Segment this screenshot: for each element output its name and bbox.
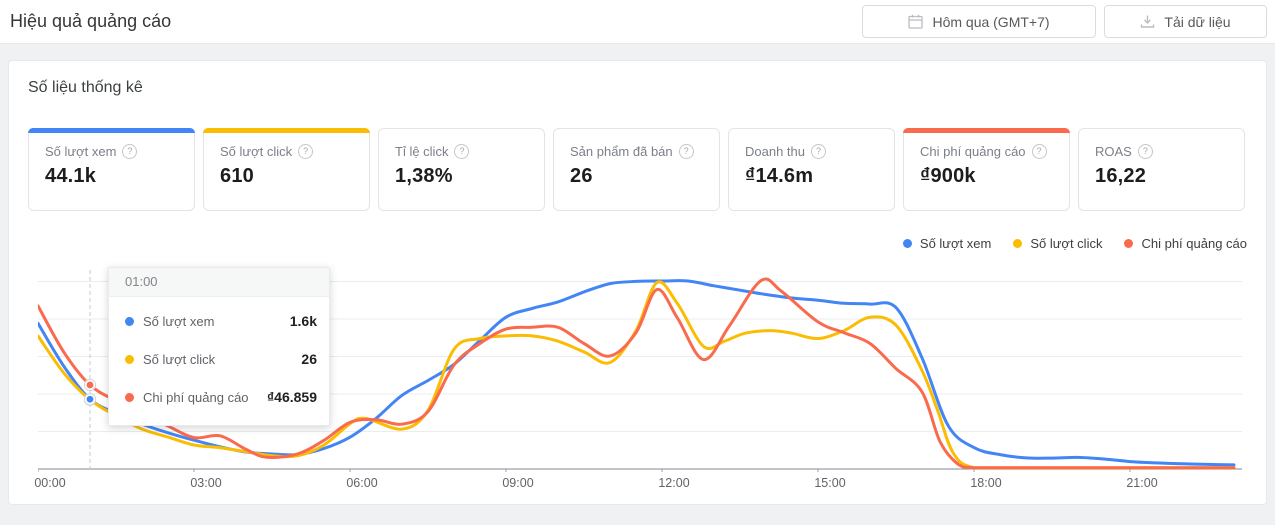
date-range-label: Hôm qua (GMT+7) (932, 14, 1049, 30)
ad-performance-page: Hiệu quả quảng cáo Hôm qua (GMT+7) Tải d… (0, 0, 1275, 525)
statistics-title: Số liệu thống kê (28, 79, 143, 97)
tooltip-value: ₫46.859 (267, 389, 317, 405)
tooltip-row-cost: Chi phí quảng cáo ₫46.859 (125, 378, 317, 416)
tooltip-label: Số lượt xem (143, 314, 281, 329)
chart-legend: Số lượt xem Số lượt click Chi phí quảng … (903, 236, 1247, 251)
x-tick-label: 21:00 (1112, 476, 1172, 490)
tooltip-row-views: Số lượt xem 1.6k (125, 302, 317, 340)
metric-card-roas[interactable]: ROAS? 16,22 (1078, 128, 1245, 211)
metric-label: Số lượt click (220, 144, 292, 159)
accent-bar (28, 128, 195, 133)
help-icon[interactable]: ? (811, 144, 826, 159)
help-icon[interactable]: ? (679, 144, 694, 159)
metric-label: Tỉ lệ click (395, 144, 448, 159)
metric-label: ROAS (1095, 144, 1132, 159)
metric-card-clicks[interactable]: Số lượt click? 610 (203, 128, 370, 211)
series-dot-blue (125, 317, 134, 326)
legend-item-cost[interactable]: Chi phí quảng cáo (1124, 236, 1247, 251)
metric-value: 44.1k (45, 165, 180, 188)
download-label: Tải dữ liệu (1164, 14, 1230, 30)
metric-value: ₫900k (920, 165, 1055, 188)
x-tick-label: 12:00 (644, 476, 704, 490)
help-icon[interactable]: ? (298, 144, 313, 159)
legend-label: Chi phí quảng cáo (1141, 236, 1247, 251)
legend-label: Số lượt click (1030, 236, 1102, 251)
accent-bar (903, 128, 1070, 133)
metric-value: 26 (570, 165, 705, 188)
x-tick-label: 06:00 (332, 476, 392, 490)
help-icon[interactable]: ? (1138, 144, 1153, 159)
legend-dot-yellow (1013, 239, 1022, 248)
help-icon[interactable]: ? (454, 144, 469, 159)
x-tick-label: 00:00 (20, 476, 80, 490)
date-range-button[interactable]: Hôm qua (GMT+7) (862, 5, 1096, 38)
legend-dot-blue (903, 239, 912, 248)
series-dot-yellow (125, 355, 134, 364)
tooltip-time: 01:00 (109, 268, 329, 297)
tooltip-label: Số lượt click (143, 352, 292, 367)
x-tick-label: 15:00 (800, 476, 860, 490)
tooltip-row-clicks: Số lượt click 26 (125, 340, 317, 378)
calendar-icon (908, 14, 923, 29)
help-icon[interactable]: ? (1032, 144, 1047, 159)
metric-card-ctr[interactable]: Tỉ lệ click? 1,38% (378, 128, 545, 211)
tooltip-value: 26 (301, 351, 317, 367)
x-tick-label: 18:00 (956, 476, 1016, 490)
series-dot-orange (125, 393, 134, 402)
download-icon (1140, 14, 1155, 29)
metric-card-products-sold[interactable]: Sản phẩm đã bán? 26 (553, 128, 720, 211)
metric-card-revenue[interactable]: Doanh thu? ₫14.6m (728, 128, 895, 211)
metric-label: Sản phẩm đã bán (570, 144, 673, 159)
metric-card-ad-cost[interactable]: Chi phí quảng cáo? ₫900k (903, 128, 1070, 211)
legend-item-views[interactable]: Số lượt xem (903, 236, 991, 251)
legend-dot-orange (1124, 239, 1133, 248)
legend-label: Số lượt xem (920, 236, 991, 251)
chart-tooltip: 01:00 Số lượt xem 1.6k Số lượt click 26 … (108, 267, 330, 426)
accent-bar (203, 128, 370, 133)
top-bar: Hiệu quả quảng cáo Hôm qua (GMT+7) Tải d… (0, 0, 1275, 44)
help-icon[interactable]: ? (122, 144, 137, 159)
x-tick-label: 03:00 (176, 476, 236, 490)
metric-label: Doanh thu (745, 144, 805, 159)
metric-value: 16,22 (1095, 165, 1230, 188)
metric-label: Chi phí quảng cáo (920, 144, 1026, 159)
tooltip-body: Số lượt xem 1.6k Số lượt click 26 Chi ph… (109, 297, 329, 425)
x-tick-label: 09:00 (488, 476, 548, 490)
page-title: Hiệu quả quảng cáo (10, 11, 171, 32)
legend-item-clicks[interactable]: Số lượt click (1013, 236, 1102, 251)
metric-label: Số lượt xem (45, 144, 116, 159)
tooltip-label: Chi phí quảng cáo (143, 390, 258, 405)
metric-value: ₫14.6m (745, 165, 880, 188)
tooltip-value: 1.6k (290, 313, 317, 329)
metric-value: 1,38% (395, 165, 530, 188)
metric-card-views[interactable]: Số lượt xem? 44.1k (28, 128, 195, 211)
metric-cards-row: Số lượt xem? 44.1k Số lượt click? 610 Tỉ… (28, 128, 1245, 211)
download-button[interactable]: Tải dữ liệu (1104, 5, 1267, 38)
metric-value: 610 (220, 165, 355, 188)
